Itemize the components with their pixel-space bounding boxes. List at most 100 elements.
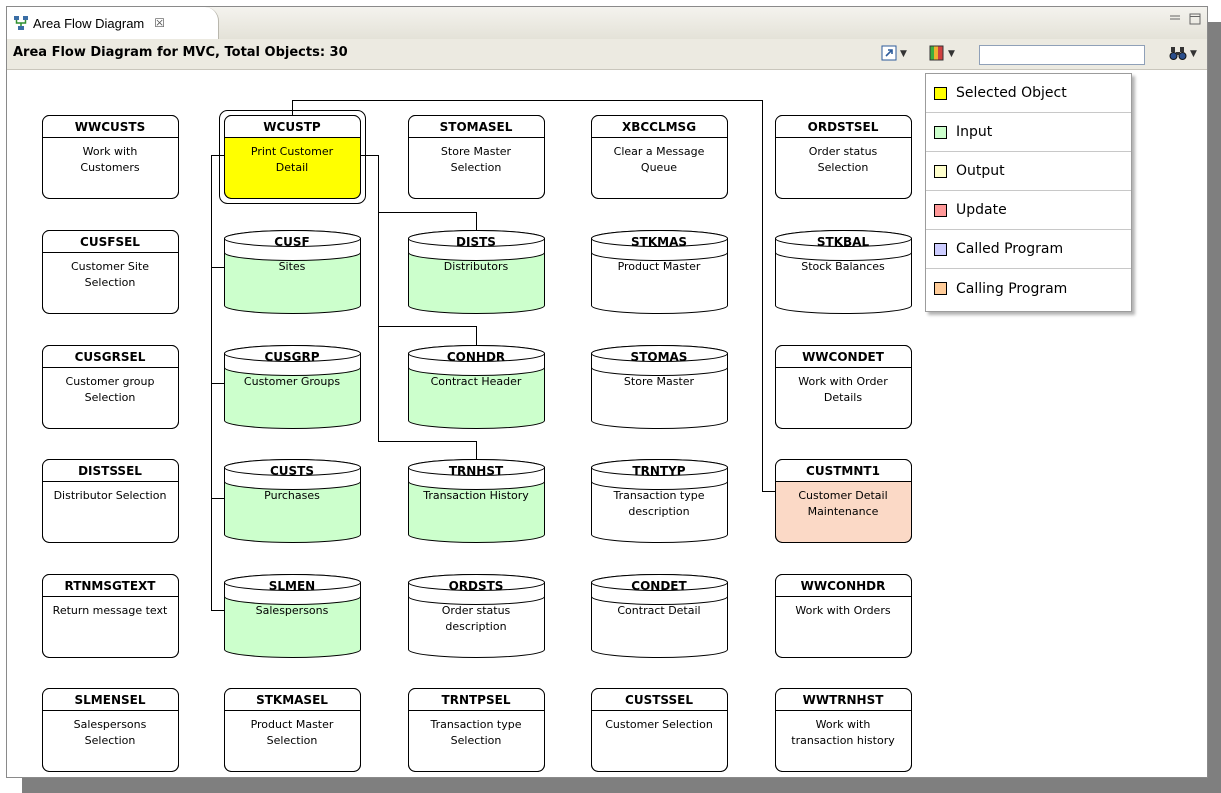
node-description: Transaction History xyxy=(422,489,529,502)
node-name: CUSGRP xyxy=(264,350,319,364)
node-rtnmsgtext[interactable]: RTNMSGTEXT Return message text xyxy=(42,574,179,658)
node-description: Order status xyxy=(809,145,878,158)
node-distssel[interactable]: DISTSSEL Distributor Selection xyxy=(42,459,179,543)
legend-item[interactable]: Calling Program xyxy=(926,269,1131,308)
color-swatch xyxy=(934,282,947,295)
navigate-button[interactable]: ▼ xyxy=(881,45,907,63)
node-name: DISTS xyxy=(456,235,496,249)
node-description: Customer group xyxy=(66,375,155,388)
node-wwcusts[interactable]: WWCUSTS Work with Customers xyxy=(42,115,179,199)
node-description: Order status xyxy=(442,604,511,617)
search-input[interactable] xyxy=(979,45,1145,65)
node-name: STOMASEL xyxy=(440,120,513,134)
node-slmensel[interactable]: SLMENSEL Salespersons Selection xyxy=(42,688,179,772)
navigate-icon xyxy=(881,45,897,64)
node-description: Selection xyxy=(85,276,136,289)
node-trnhst[interactable]: TRNHST Transaction History xyxy=(408,459,545,543)
node-name: CONHDR xyxy=(447,350,505,364)
node-name: XBCCLMSG xyxy=(622,120,696,134)
node-description: Sites xyxy=(279,260,306,273)
node-cusf[interactable]: CUSF Sites xyxy=(224,230,361,314)
node-description: Selection xyxy=(818,161,869,174)
diagram-header: Area Flow Diagram for MVC, Total Objects… xyxy=(7,39,1207,70)
node-name: WWCONHDR xyxy=(801,579,886,593)
node-xbcclmsg[interactable]: XBCCLMSG Clear a Message Queue xyxy=(591,115,728,199)
node-name: WWTRNHST xyxy=(803,693,885,707)
legend-item-label: Output xyxy=(956,163,1005,179)
node-condet[interactable]: CONDET Contract Detail xyxy=(591,574,728,658)
node-wwtrnhst[interactable]: WWTRNHST Work with transaction history xyxy=(775,688,912,772)
node-name: STKMASEL xyxy=(256,693,328,707)
node-description: Selection xyxy=(451,734,502,747)
minimize-icon[interactable] xyxy=(1169,13,1181,28)
legend-item-label: Selected Object xyxy=(956,85,1067,101)
node-dists[interactable]: DISTS Distributors xyxy=(408,230,545,314)
node-name: CUSTS xyxy=(270,464,314,478)
node-wcustp[interactable]: WCUSTP Print Customer Detail xyxy=(219,110,366,204)
node-stomasel[interactable]: STOMASEL Store Master Selection xyxy=(408,115,545,199)
node-description: Maintenance xyxy=(808,505,879,518)
color-legend-icon xyxy=(929,45,945,64)
node-trntyp[interactable]: TRNTYP Transaction type description xyxy=(591,459,728,543)
node-name: CUSFSEL xyxy=(80,235,140,249)
node-cusgrsel[interactable]: CUSGRSEL Customer group Selection xyxy=(42,345,179,429)
legend-item[interactable]: Selected Object xyxy=(926,74,1131,113)
node-description: Return message text xyxy=(53,604,168,617)
node-name: SLMEN xyxy=(269,579,315,593)
node-description: Selection xyxy=(85,734,136,747)
legend-item[interactable]: Update xyxy=(926,191,1131,230)
node-custmnt1[interactable]: CUSTMNT1 Customer Detail Maintenance xyxy=(775,459,912,543)
node-description: Selection xyxy=(267,734,318,747)
node-custs[interactable]: CUSTS Purchases xyxy=(224,459,361,543)
node-trntpsel[interactable]: TRNTPSEL Transaction type Selection xyxy=(408,688,545,772)
node-description: Store Master xyxy=(624,375,695,388)
legend-button[interactable]: ▼ xyxy=(929,45,955,63)
node-description: Product Master xyxy=(251,718,334,731)
color-swatch xyxy=(934,164,947,178)
node-stkmasel[interactable]: STKMASEL Product Master Selection xyxy=(224,688,361,772)
legend-menu: Selected Object Input Output Update Called P… xyxy=(925,73,1132,312)
node-name: WCUSTP xyxy=(263,120,321,134)
node-name: ORDSTS xyxy=(449,579,504,593)
node-description: Print Customer xyxy=(251,145,334,158)
chevron-down-icon: ▼ xyxy=(1190,49,1197,59)
node-description: Transaction type xyxy=(613,489,705,502)
node-custssel[interactable]: CUSTSSEL Customer Selection xyxy=(591,688,728,772)
node-description: Transaction type xyxy=(430,718,522,731)
node-name: CUSF xyxy=(274,235,309,249)
page-title: Area Flow Diagram for MVC, Total Objects… xyxy=(13,45,348,60)
node-name: STOMAS xyxy=(631,350,688,364)
legend-item-label: Called Program xyxy=(956,241,1064,257)
node-stkbal[interactable]: STKBAL Stock Balances xyxy=(775,230,912,314)
node-description: Work with xyxy=(83,145,138,158)
maximize-icon[interactable] xyxy=(1189,13,1201,28)
close-icon[interactable]: ☒ xyxy=(154,16,165,30)
legend-item[interactable]: Called Program xyxy=(926,230,1131,269)
diagram-icon xyxy=(13,15,29,31)
node-slmen[interactable]: SLMEN Salespersons xyxy=(224,574,361,658)
node-cusgrp[interactable]: CUSGRP Customer Groups xyxy=(224,345,361,429)
node-description: Detail xyxy=(276,161,308,174)
legend-item[interactable]: Input xyxy=(926,113,1131,152)
node-stomas[interactable]: STOMAS Store Master xyxy=(591,345,728,429)
connector-line xyxy=(378,326,477,346)
tab-area-flow-diagram[interactable]: Area Flow Diagram ☒ xyxy=(7,7,219,39)
node-conhdr[interactable]: CONHDR Contract Header xyxy=(408,345,545,429)
editor-window: Area Flow Diagram ☒ Area Flow Diagram fo… xyxy=(6,6,1208,778)
node-ordsts[interactable]: ORDSTS Order status description xyxy=(408,574,545,658)
node-cusfsel[interactable]: CUSFSEL Customer Site Selection xyxy=(42,230,179,314)
find-button[interactable]: ▼ xyxy=(1169,45,1197,63)
node-stkmas[interactable]: STKMAS Product Master xyxy=(591,230,728,314)
node-wwconhdr[interactable]: WWCONHDR Work with Orders xyxy=(775,574,912,658)
node-description: Customer Groups xyxy=(244,375,340,388)
node-name: WWCUSTS xyxy=(75,120,146,134)
chevron-down-icon: ▼ xyxy=(900,49,907,59)
node-description: Customer Detail xyxy=(798,489,887,502)
node-name: CUSGRSEL xyxy=(75,350,146,364)
legend-item[interactable]: Output xyxy=(926,152,1131,191)
node-description: Customer Selection xyxy=(605,718,713,731)
node-description: Customer Site xyxy=(71,260,149,273)
node-ordstsel[interactable]: ORDSTSEL Order status Selection xyxy=(775,115,912,199)
node-wwcondet[interactable]: WWCONDET Work with Order Details xyxy=(775,345,912,429)
binoculars-icon xyxy=(1169,45,1187,64)
